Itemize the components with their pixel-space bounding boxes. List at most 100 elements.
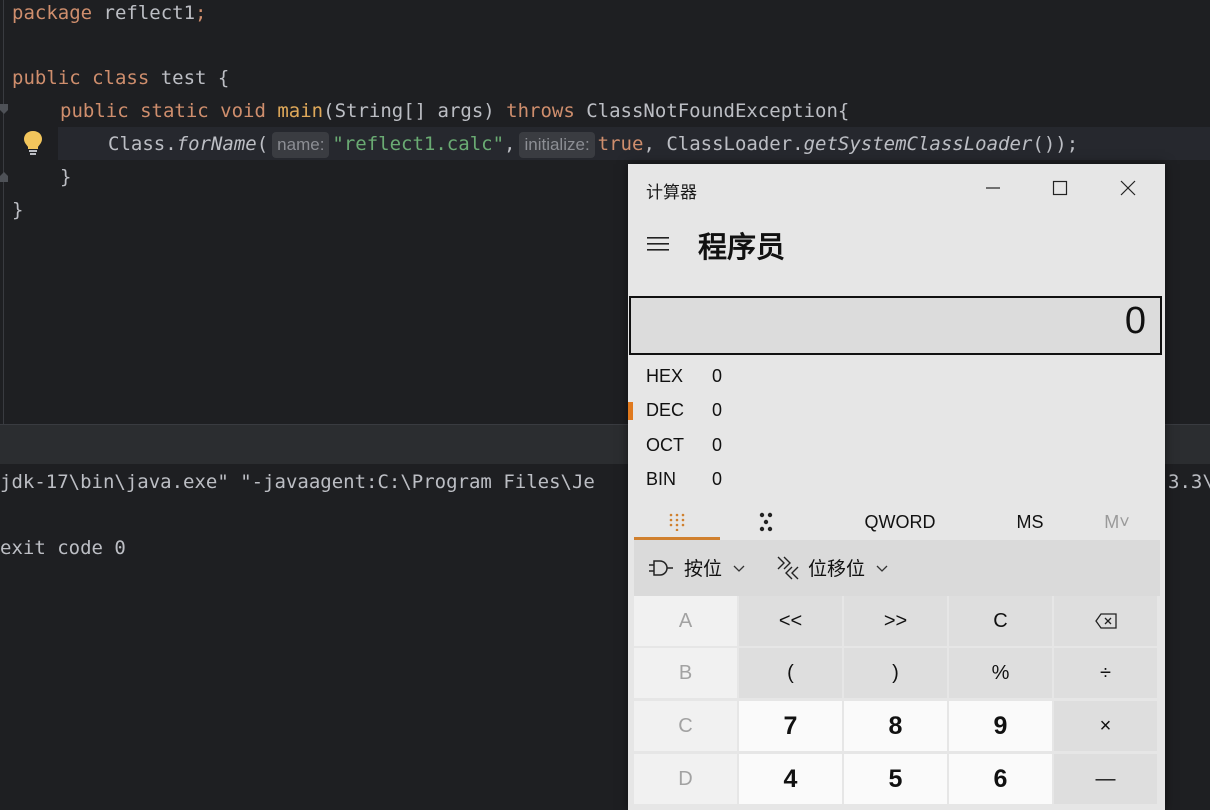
key-divide[interactable]: ÷: [1054, 648, 1157, 698]
string-literal: "reflect1.calc": [332, 133, 505, 155]
close-icon: [1120, 180, 1136, 196]
keypad-icon: [669, 513, 685, 531]
code-fragment: , ClassLoader.: [643, 133, 804, 155]
param-hint-initialize: initialize:: [519, 131, 595, 158]
tab-bit-toggle[interactable]: [738, 504, 794, 540]
calc-header: 程序员: [628, 220, 1165, 270]
active-radix-marker: [628, 402, 633, 420]
radix-label: OCT: [646, 435, 684, 455]
radix-label: BIN: [646, 469, 677, 489]
keyword: static: [128, 100, 209, 122]
maximize-icon: [1052, 180, 1068, 196]
key-4[interactable]: 4: [739, 754, 842, 804]
radix-value: 0: [712, 469, 723, 489]
brace: }: [12, 199, 24, 221]
class-name: test {: [149, 67, 230, 89]
result-display: 0: [629, 296, 1162, 355]
close-button[interactable]: [1094, 164, 1162, 212]
bitshift-dropdown[interactable]: 位移位: [776, 554, 889, 581]
minimize-icon: [986, 187, 1000, 189]
chevron-down-icon: [876, 565, 888, 572]
fold-icon[interactable]: [0, 104, 8, 114]
radix-value: 0: [712, 366, 723, 386]
bitwise-dropdown[interactable]: 按位: [648, 554, 746, 581]
key-close-paren[interactable]: ): [844, 648, 947, 698]
key-a[interactable]: A: [634, 596, 737, 646]
params: (String[] args): [323, 100, 507, 122]
class-ref: Class.: [108, 133, 177, 155]
chevron-down-icon: [733, 565, 745, 572]
keypad-tabs: QWORD MS M˅: [634, 504, 1165, 540]
paren: (: [256, 133, 269, 155]
key-7[interactable]: 7: [739, 701, 842, 751]
key-c-hex[interactable]: C: [634, 701, 737, 751]
key-9[interactable]: 9: [949, 701, 1052, 751]
key-d[interactable]: D: [634, 754, 737, 804]
radix-label: DEC: [646, 400, 685, 420]
brace: }: [60, 166, 72, 188]
code-fragment: ());: [1032, 133, 1079, 155]
radix-dec[interactable]: DEC 0: [628, 394, 1165, 428]
bitwise-label: 按位: [684, 559, 723, 580]
key-8[interactable]: 8: [844, 701, 947, 751]
code-line-forname: Class.forName(name: "reflect1.calc", initi…: [108, 128, 1078, 160]
keypad: A << >> C B ( ) % ÷ C 7 8 9 × D 4 5 6 —: [634, 596, 1160, 810]
key-5[interactable]: 5: [844, 754, 947, 804]
lightbulb-icon[interactable]: [22, 130, 44, 156]
title-bar[interactable]: 计算器: [628, 164, 1165, 214]
maximize-button[interactable]: [1026, 164, 1094, 212]
semicolon: ;: [195, 2, 207, 24]
logic-gate-icon: [649, 559, 673, 576]
key-open-paren[interactable]: (: [739, 648, 842, 698]
key-percent[interactable]: %: [949, 648, 1052, 698]
key-minus[interactable]: —: [1054, 754, 1157, 804]
radix-oct[interactable]: OCT 0: [628, 429, 1165, 463]
key-clear[interactable]: C: [949, 596, 1052, 646]
console-command-line: jdk-17\bin\java.exe" "-javaagent:C:\Prog…: [0, 471, 595, 493]
key-backspace[interactable]: [1054, 596, 1157, 646]
display-value: 0: [1124, 300, 1146, 342]
gutter-divider: [3, 0, 4, 424]
key-6[interactable]: 6: [949, 754, 1052, 804]
keyword-true: true: [597, 133, 644, 155]
param-hint-name: name:: [272, 131, 330, 158]
method-name: main: [265, 100, 324, 122]
menu-icon[interactable]: [646, 234, 672, 256]
radix-label: HEX: [646, 366, 684, 386]
tab-memory-list[interactable]: M˅: [1092, 504, 1142, 540]
tab-qword[interactable]: QWORD: [850, 504, 950, 540]
code-line-class: public class test {: [12, 62, 229, 94]
radix-bin[interactable]: BIN 0: [628, 463, 1165, 497]
key-right-shift[interactable]: >>: [844, 596, 947, 646]
radix-value: 0: [712, 400, 723, 420]
comma: ,: [504, 133, 516, 155]
code-line-close-method: }: [60, 161, 71, 193]
keyword: public: [60, 100, 129, 122]
mode-title: 程序员: [698, 232, 786, 264]
radix-hex[interactable]: HEX 0: [628, 360, 1165, 394]
key-b[interactable]: B: [634, 648, 737, 698]
code-line-main: public static void main(String[] args) t…: [60, 95, 849, 127]
bit-operations-bar: 按位 位移位: [634, 540, 1160, 596]
key-left-shift[interactable]: <<: [739, 596, 842, 646]
bit-toggle-icon: [759, 512, 773, 532]
method-call: forName: [176, 133, 257, 155]
fold-end-icon[interactable]: [0, 172, 8, 182]
tab-memory-store[interactable]: MS: [1000, 504, 1060, 540]
calculator-window[interactable]: 计算器 程序员 0 HEX 0 DEC 0 OCT 0 BIN 0 QWORD …: [628, 164, 1165, 810]
bitshift-icon: [777, 556, 799, 579]
exception-name: ClassNotFoundException{: [574, 100, 850, 122]
keyword: void: [208, 100, 266, 122]
minimize-button[interactable]: [959, 164, 1027, 212]
tab-full-keypad[interactable]: [634, 504, 720, 540]
console-command-tail: 3.3\: [1168, 471, 1210, 493]
console-exit-line: exit code 0: [0, 537, 126, 559]
backspace-icon: [1094, 613, 1117, 629]
keyword: class: [80, 67, 150, 89]
window-title: 计算器: [646, 183, 697, 202]
key-multiply[interactable]: ×: [1054, 701, 1157, 751]
code-line-close-class: }: [12, 194, 23, 226]
keyword: public: [12, 67, 81, 89]
radix-value: 0: [712, 435, 723, 455]
keyword: package: [12, 2, 93, 24]
